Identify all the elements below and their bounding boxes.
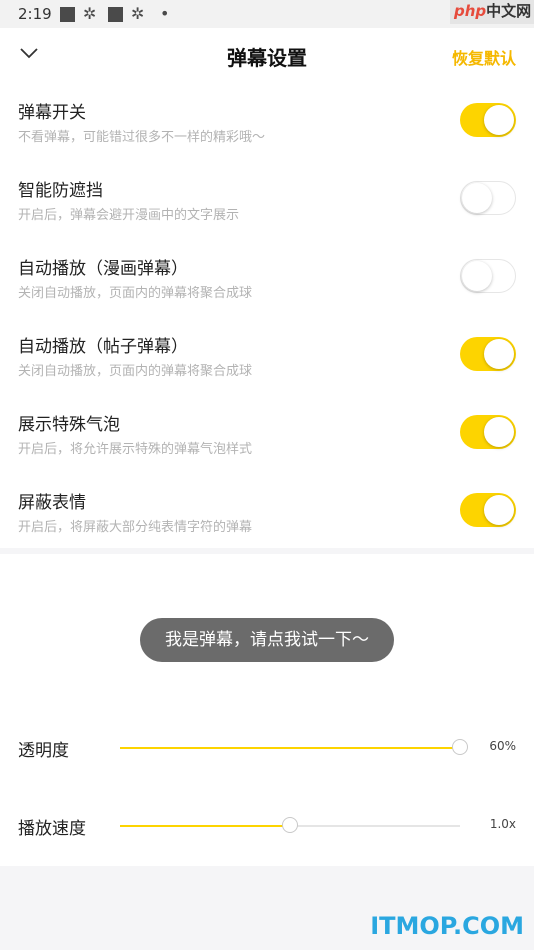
watermark-php: php (454, 2, 487, 20)
setting-description: 开启后，弹幕会避开漫画中的文字展示 (18, 208, 240, 223)
setting-toggle[interactable] (460, 493, 516, 527)
setting-toggle[interactable] (460, 337, 516, 371)
toggle-knob (484, 339, 514, 369)
setting-label: 自动播放（帖子弹幕） (18, 337, 188, 357)
setting-toggle[interactable] (460, 181, 516, 215)
opacity-slider[interactable] (120, 739, 468, 755)
opacity-slider-row: 透明度 60% (0, 728, 534, 768)
opacity-slider-fill (120, 747, 460, 749)
toggle-knob (462, 261, 492, 291)
speed-label: 播放速度 (18, 819, 86, 839)
danmaku-preview-bubble[interactable]: 我是弹幕，请点我试一下～ (140, 618, 394, 662)
setting-toggle[interactable] (460, 259, 516, 293)
settings-notification-icon: ✲ (83, 4, 97, 23)
opacity-value: 60% (489, 739, 516, 753)
setting-label: 屏蔽表情 (18, 493, 86, 513)
watermark-top: php中文网 (450, 0, 534, 24)
setting-description: 开启后，将允许展示特殊的弹幕气泡样式 (18, 442, 253, 457)
setting-row: 智能防遮挡开启后，弹幕会避开漫画中的文字展示 (0, 176, 534, 254)
setting-label: 弹幕开关 (18, 103, 86, 123)
notification-icon (108, 7, 123, 22)
speed-slider-row: 播放速度 1.0x (0, 806, 534, 846)
status-bar: 2:19 ✲ ✲ • php中文网 (0, 0, 534, 28)
speed-slider-thumb[interactable] (282, 817, 298, 833)
toggle-knob (484, 417, 514, 447)
setting-label: 自动播放（漫画弹幕） (18, 259, 188, 279)
opacity-slider-thumb[interactable] (452, 739, 468, 755)
setting-row: 自动播放（漫画弹幕） 关闭自动播放，页面内的弹幕将聚合成球 (0, 254, 534, 332)
setting-description: 开启后，将屏蔽大部分纯表情字符的弹幕 (18, 520, 253, 535)
setting-row: 弹幕开关不看弹幕，可能错过很多不一样的精彩哦～ (0, 98, 534, 176)
setting-label: 展示特殊气泡 (18, 415, 120, 435)
settings-notification-icon: ✲ (131, 4, 145, 23)
setting-label: 智能防遮挡 (18, 181, 103, 201)
notification-icon (60, 7, 75, 22)
setting-toggle[interactable] (460, 415, 516, 449)
speed-slider-fill (120, 825, 290, 827)
setting-row: 自动播放（帖子弹幕） 关闭自动播放，页面内的弹幕将聚合成球 (0, 332, 534, 410)
watermark-bottom: ITMOP.COM (370, 912, 524, 940)
toggle-knob (462, 183, 492, 213)
reset-default-button[interactable]: 恢复默认 (452, 45, 516, 69)
setting-description: 关闭自动播放，页面内的弹幕将聚合成球 (18, 364, 253, 379)
status-time: 2:19 (18, 5, 52, 23)
opacity-label: 透明度 (18, 741, 69, 761)
toggle-knob (484, 495, 514, 525)
speed-slider[interactable] (120, 817, 460, 833)
header: 弹幕设置 恢复默认 (0, 28, 534, 84)
more-notifications-icon: • (160, 4, 170, 23)
watermark-cn: 中文网 (486, 2, 532, 20)
toggle-knob (484, 105, 514, 135)
setting-toggle[interactable] (460, 103, 516, 137)
speed-value: 1.0x (489, 817, 516, 831)
setting-description: 不看弹幕，可能错过很多不一样的精彩哦～ (18, 130, 266, 145)
setting-description: 关闭自动播放，页面内的弹幕将聚合成球 (18, 286, 253, 301)
setting-row: 展示特殊气泡开启后，将允许展示特殊的弹幕气泡样式 (0, 410, 534, 488)
